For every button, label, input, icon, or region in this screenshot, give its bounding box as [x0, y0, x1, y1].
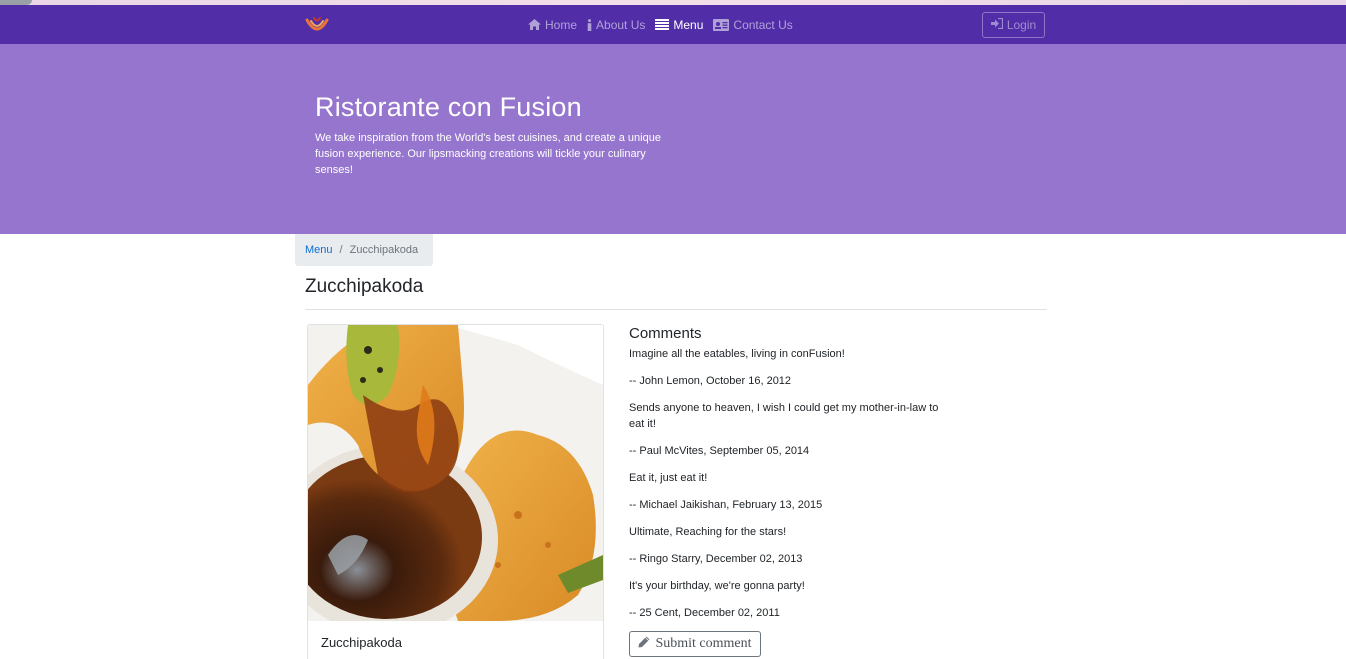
comment-text: Imagine all the eatables, living in conF…: [629, 348, 845, 360]
list-icon: [655, 19, 670, 30]
submit-comment-label: Submit comment: [655, 636, 752, 651]
comment-text: Sends anyone to heaven, I wish I could g…: [629, 402, 939, 430]
nav-item-label: Home: [545, 17, 578, 32]
nav-item-label: Contact Us: [733, 17, 793, 32]
zucchipakoda-photo: [308, 325, 603, 621]
submit-comment-button[interactable]: Submit comment: [629, 631, 761, 657]
comment-author: -- John Lemon, October 16, 2012: [629, 375, 792, 387]
comment-item: It's your birthday, we're gonna party! -…: [629, 578, 939, 621]
comment-item: Ultimate, Reaching for the stars! -- Rin…: [629, 524, 939, 567]
restaurant-logo-icon[interactable]: [304, 14, 330, 36]
address-card-icon: [713, 18, 730, 31]
comment-item: Imagine all the eatables, living in conF…: [629, 346, 939, 389]
comments-section: Comments Imagine all the eatables, livin…: [629, 325, 939, 632]
nav-item-menu[interactable]: Menu: [655, 18, 703, 32]
breadcrumb-separator: /: [339, 244, 343, 256]
comment-author: -- Michael Jaikishan, February 13, 2015: [629, 499, 823, 511]
sign-in-icon: [990, 17, 1003, 32]
comment-author: -- Ringo Starry, December 02, 2013: [629, 553, 803, 565]
comment-text: Ultimate, Reaching for the stars!: [629, 526, 787, 538]
restaurant-tagline: We take inspiration from the World's bes…: [315, 132, 661, 176]
breadcrumb: Menu / Zucchipakoda: [295, 234, 433, 266]
nav-item-label: About Us: [596, 17, 646, 32]
info-icon: [587, 18, 592, 31]
main-nav: Home About Us Menu Contact Us: [528, 5, 793, 44]
comment-text: It's your birthday, we're gonna party!: [629, 580, 805, 592]
page-title: Zucchipakoda: [305, 276, 424, 297]
restaurant-title: Ristorante con Fusion: [315, 92, 582, 122]
card-title: Zucchipakoda: [321, 635, 402, 650]
nav-item-about[interactable]: About Us: [587, 18, 645, 32]
nav-item-contact[interactable]: Contact Us: [713, 17, 793, 32]
comment-author: -- Paul McVites, September 05, 2014: [629, 445, 810, 457]
dish-card: Zucchipakoda: [307, 324, 604, 659]
comment-item: Sends anyone to heaven, I wish I could g…: [629, 400, 939, 459]
jumbotron: Ristorante con Fusion We take inspiratio…: [0, 44, 1346, 234]
nav-item-home[interactable]: Home: [528, 18, 577, 32]
login-button[interactable]: Login: [982, 12, 1045, 38]
breadcrumb-current: Zucchipakoda: [349, 244, 419, 256]
breadcrumb-link-menu[interactable]: Menu: [305, 244, 333, 256]
comment-author: -- 25 Cent, December 02, 2011: [629, 607, 780, 619]
login-label: Login: [1006, 18, 1037, 32]
comment-text: Eat it, just eat it!: [629, 472, 708, 484]
pencil-icon: [638, 636, 650, 653]
home-icon: [528, 19, 541, 30]
comment-item: Eat it, just eat it! -- Michael Jaikisha…: [629, 470, 939, 513]
navbar: Home About Us Menu Contact Us Login: [0, 5, 1346, 44]
nav-item-label: Menu: [673, 17, 704, 32]
title-divider: [305, 309, 1047, 310]
comments-heading: Comments: [629, 325, 702, 342]
